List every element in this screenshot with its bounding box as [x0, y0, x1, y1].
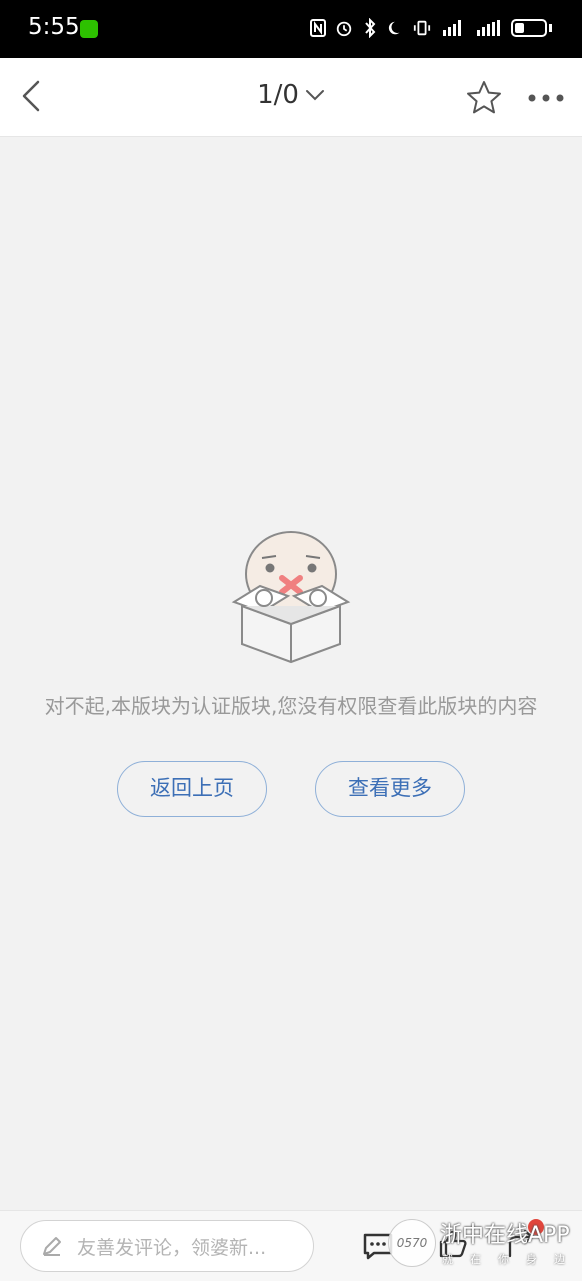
more-options-icon[interactable]	[524, 78, 568, 118]
bluetooth-icon	[365, 18, 376, 38]
battery-tip	[549, 24, 552, 32]
moon-icon	[388, 21, 400, 35]
sad-box-mascot-icon	[231, 531, 351, 664]
watermark-title: 浙中在线APP	[440, 1223, 570, 1248]
signal-4g-icon	[443, 20, 461, 36]
status-bar: 5:55	[0, 0, 582, 58]
app-watermark: 0570 浙中在线APP 就在你身边	[388, 1217, 582, 1281]
vibrate-icon	[413, 20, 431, 36]
battery-icon	[511, 19, 547, 37]
pencil-icon	[43, 1237, 61, 1256]
wechat-notification-icon	[80, 20, 98, 38]
watermark-subtitle: 就在你身边	[442, 1253, 582, 1266]
view-more-button[interactable]: 查看更多	[315, 761, 465, 817]
watermark-logo: 0570	[388, 1219, 436, 1267]
signal-4g-2-icon	[477, 20, 500, 36]
go-back-button[interactable]: 返回上页	[117, 761, 267, 817]
bottom-action-bar: 友善发评论，领婆新... 0570 浙中在线APP 就在你身边	[0, 1210, 582, 1281]
status-time: 5:55	[28, 14, 80, 40]
chevron-down-icon	[305, 90, 324, 101]
status-icons	[309, 18, 552, 38]
top-nav-bar: 1/0	[0, 58, 582, 137]
no-permission-message: 对不起,本版块为认证版块,您没有权限查看此版块的内容	[44, 694, 538, 718]
nfc-icon	[310, 19, 326, 37]
comment-input[interactable]: 友善发评论，领婆新...	[20, 1220, 314, 1272]
comment-placeholder: 友善发评论，领婆新...	[77, 1236, 267, 1259]
star-icon[interactable]	[464, 78, 504, 118]
no-permission-state: 对不起,本版块为认证版块,您没有权限查看此版块的内容 返回上页 查看更多	[0, 520, 582, 820]
page-indicator-label: 1/0	[257, 80, 299, 110]
alarm-icon	[336, 21, 352, 37]
